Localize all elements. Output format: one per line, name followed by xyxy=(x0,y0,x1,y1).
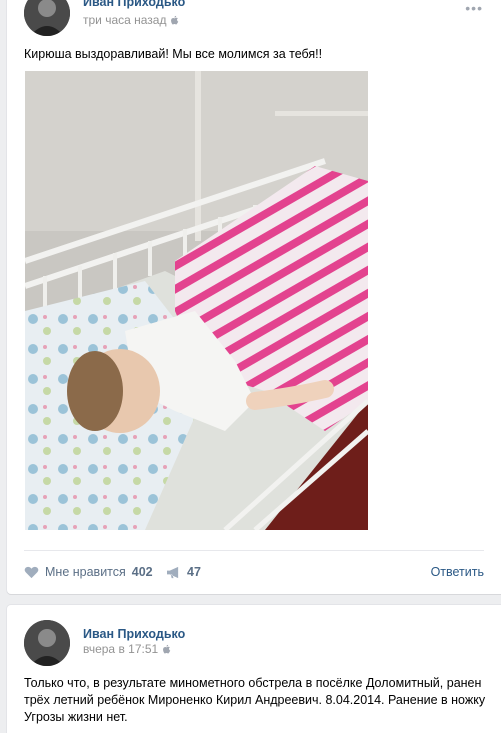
post-text-line: Угрозы жизни нет. xyxy=(24,710,128,724)
like-button[interactable]: Мне нравится 402 xyxy=(24,565,153,579)
author-name[interactable]: Иван Приходько xyxy=(83,0,185,9)
author-name[interactable]: Иван Приходько xyxy=(83,627,185,641)
heart-icon xyxy=(24,566,39,578)
post-actions: Мне нравится 402 47 Ответить xyxy=(24,550,484,600)
author-avatar[interactable] xyxy=(24,620,70,666)
more-icon[interactable]: ••• xyxy=(465,0,483,16)
post-text: Кирюша выздоравливай! Мы все молимся за … xyxy=(24,47,323,61)
reply-button[interactable]: Ответить xyxy=(431,565,484,579)
post-time[interactable]: вчера в 17:51 xyxy=(83,642,171,656)
share-button[interactable]: 47 xyxy=(166,565,201,579)
apple-icon xyxy=(163,644,171,654)
post-time[interactable]: три часа назад xyxy=(83,13,179,27)
megaphone-icon xyxy=(167,566,179,578)
post-text-line: Только что, в результате минометного обс… xyxy=(24,676,482,690)
author-avatar[interactable] xyxy=(24,0,70,36)
post-time-text[interactable]: три часа назад xyxy=(83,13,166,27)
post-text-line: трёх летний ребёнок Мироненко Кирил Андр… xyxy=(24,693,486,707)
post-text: Только что, в результате минометного обс… xyxy=(24,675,485,726)
share-count: 47 xyxy=(187,565,201,579)
post-photo[interactable] xyxy=(25,71,368,530)
like-label: Мне нравится xyxy=(45,565,126,579)
apple-icon xyxy=(171,15,179,25)
like-count: 402 xyxy=(131,565,153,579)
post-card: Иван Приходько три часа назад ••• Кирюша… xyxy=(7,0,501,594)
post-time-text[interactable]: вчера в 17:51 xyxy=(83,642,158,656)
post-card: Иван Приходько вчера в 17:51 Только что,… xyxy=(7,605,501,733)
